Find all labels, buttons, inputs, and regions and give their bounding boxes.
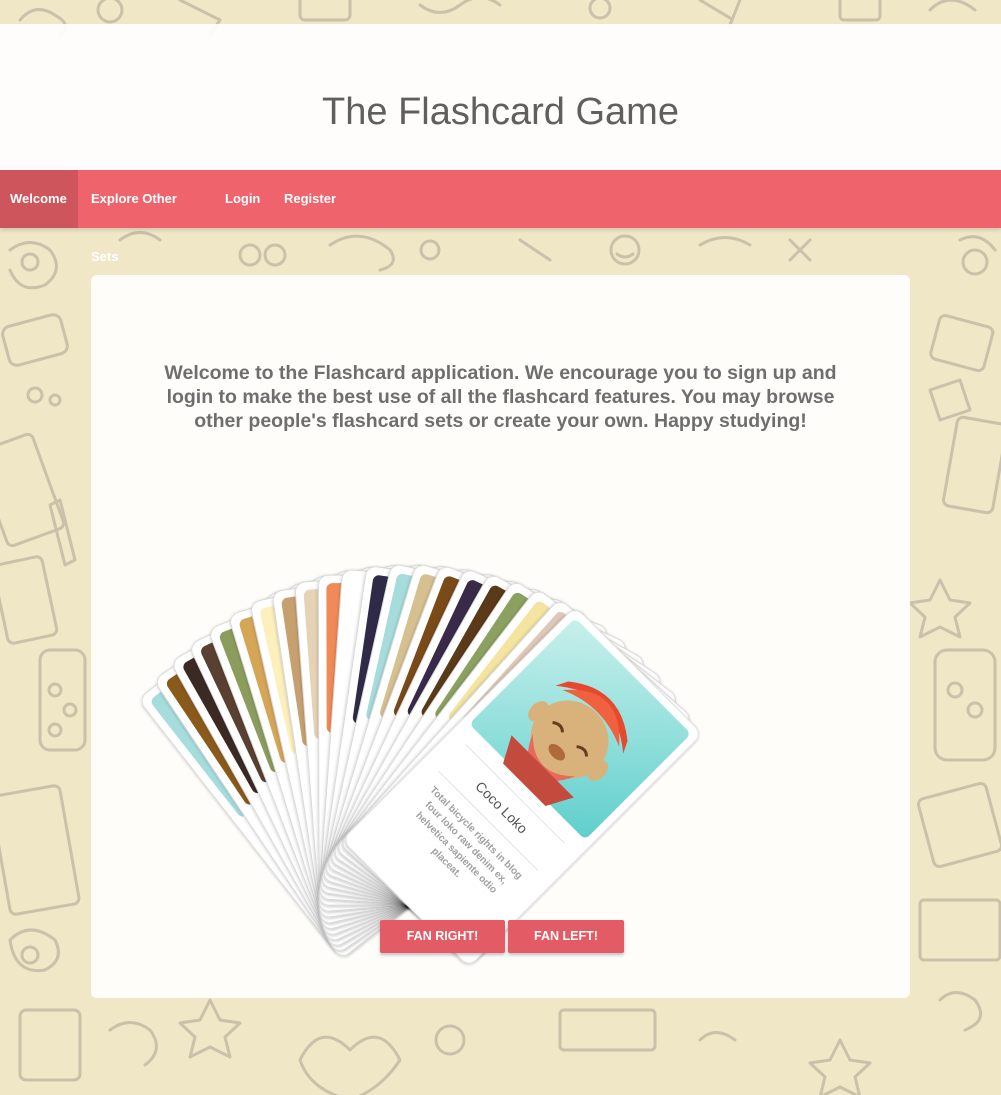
flashcard-fan[interactable]: Coco Loko Total bicycle rights in blog f… xyxy=(91,275,910,998)
welcome-panel: Welcome to the Flashcard application. We… xyxy=(91,275,910,998)
nav-item-login[interactable]: Login xyxy=(215,170,267,228)
nav-item-explore-other-sets[interactable]: Explore Other Sets xyxy=(81,170,207,264)
fan-right-button[interactable]: FAN RIGHT! xyxy=(380,920,505,953)
main-navbar: Welcome Explore Other Sets Login Registe… xyxy=(0,170,1001,264)
nav-item-register[interactable]: Register xyxy=(274,170,344,228)
site-header: The Flashcard Game xyxy=(0,24,1001,170)
fan-left-button[interactable]: FAN LEFT! xyxy=(508,920,624,953)
page-title: The Flashcard Game xyxy=(322,91,679,133)
nav-item-welcome[interactable]: Welcome xyxy=(0,170,78,228)
